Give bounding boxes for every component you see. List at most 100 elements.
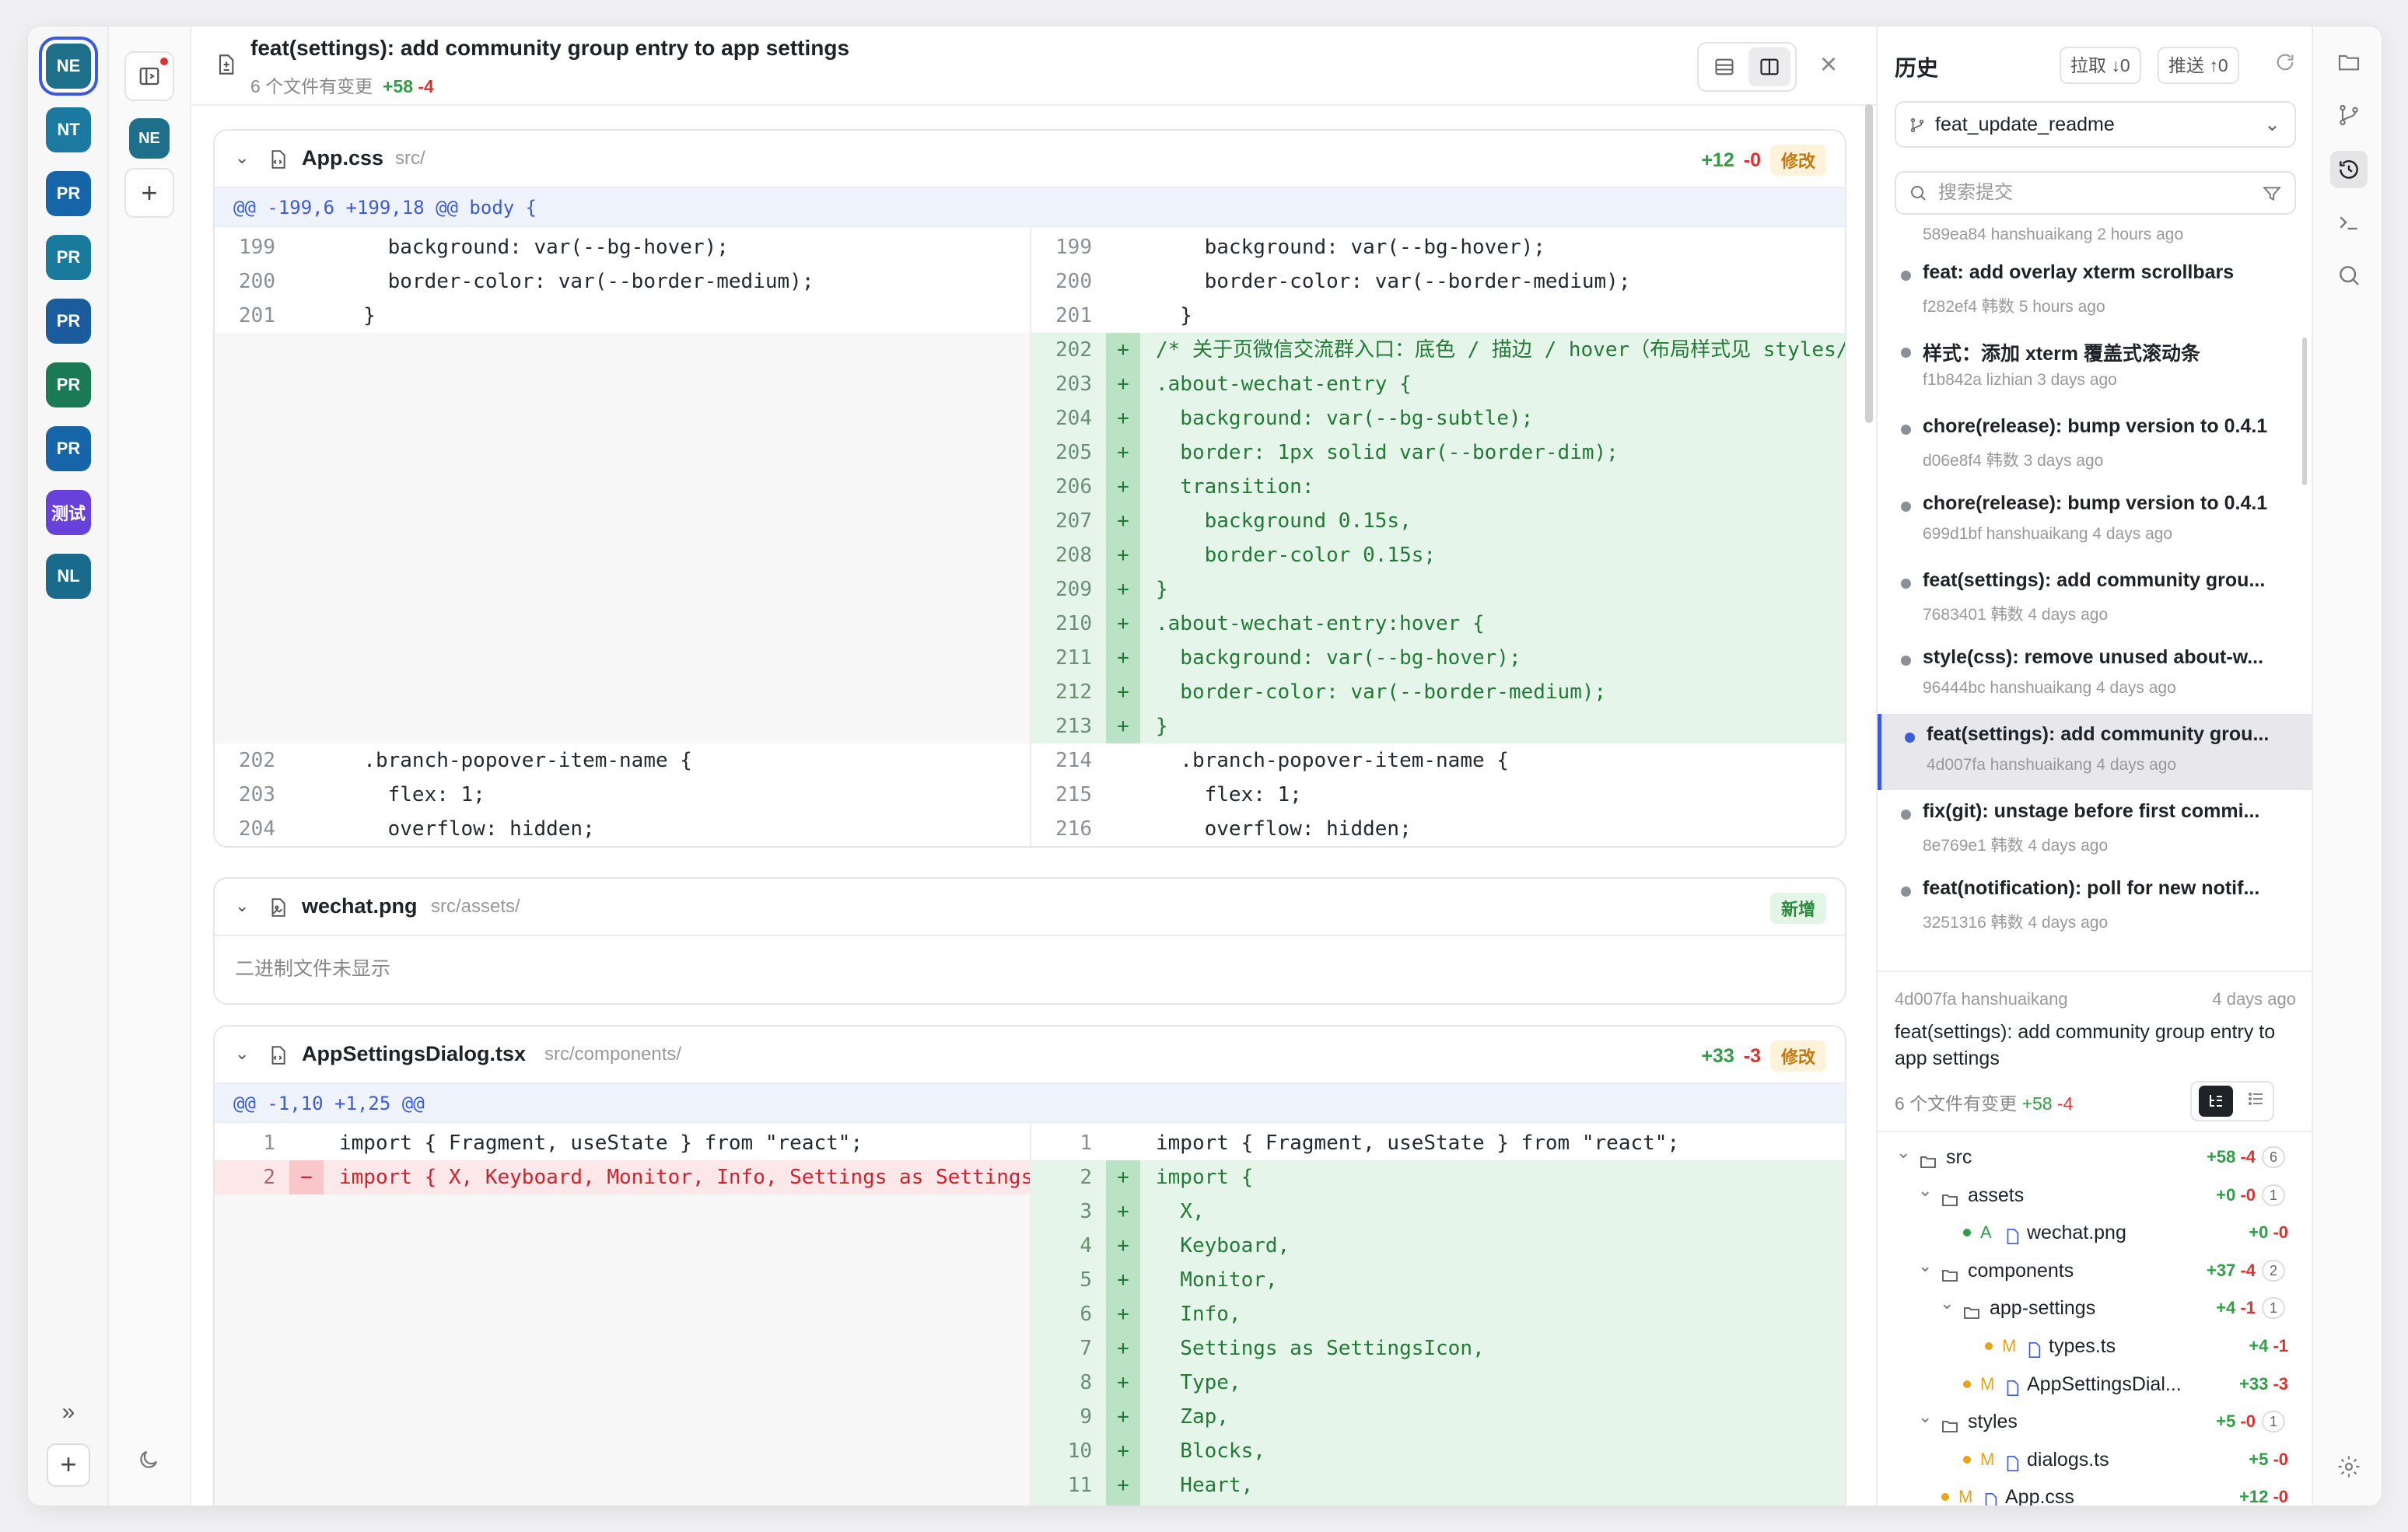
diff-marker xyxy=(289,367,324,401)
code-text: Type, xyxy=(1156,1371,1241,1394)
commit-dot xyxy=(1901,810,1911,820)
deletions-count: -1 xyxy=(2273,1336,2288,1355)
commit-item[interactable]: 样式：添加 xterm 覆盖式滚动条 f1b842a lizhian 3 days… xyxy=(1878,329,2313,405)
commit-item[interactable]: fix(git): unstage before first commi... 8… xyxy=(1878,791,2313,867)
tree-file[interactable]: M App.css +12 -0 xyxy=(1878,1478,2313,1506)
code-text: .branch-popover-item-name { xyxy=(1156,749,1509,772)
commit-message: chore(release): bump version to 0.4.1 xyxy=(1923,415,2268,437)
git-branch-icon[interactable] xyxy=(2330,96,2368,134)
line-number: 208 xyxy=(1055,544,1092,567)
toggle-sidebar-button[interactable] xyxy=(124,51,174,101)
deleted-line: 2− import { X, Keyboard, Monitor, Info, S… xyxy=(215,1160,1030,1194)
tree-file[interactable]: Mtypes.ts +4 -1 xyxy=(1878,1327,2313,1365)
line-number: 200 xyxy=(239,270,275,293)
tree-file[interactable]: Mdialogs.ts +5 -0 xyxy=(1878,1441,2313,1478)
folder-icon[interactable] xyxy=(2330,44,2368,81)
line-number: 201 xyxy=(239,304,275,327)
workspace-avatar[interactable]: NE xyxy=(46,44,91,89)
tree-folder[interactable]: ⌄ styles +5 -0 1 xyxy=(1878,1403,2313,1440)
commit-item[interactable]: feat(settings): add community grou... 768… xyxy=(1878,560,2313,636)
commit-message: fix(git): unstage before first commi... xyxy=(1923,800,2260,822)
expand-rail-icon[interactable]: » xyxy=(53,1397,84,1428)
line-number: 1 xyxy=(263,1132,275,1155)
chevron-down-icon[interactable]: ⌄ xyxy=(1940,1285,1954,1322)
code-text: border-color: var(--border-medium); xyxy=(339,270,814,293)
tree-file[interactable]: Awechat.png +0 -0 xyxy=(1878,1214,2313,1251)
diff-marker: + xyxy=(1106,504,1140,538)
code-text: background: var(--bg-subtle); xyxy=(1156,407,1534,430)
chevron-down-icon[interactable]: ⌄ xyxy=(1918,1172,1932,1209)
sidebar-panel-icon xyxy=(139,67,159,86)
context-line: 215 flex: 1; xyxy=(1031,778,1845,812)
chevron-down-icon[interactable]: ⌄ xyxy=(1918,1247,1932,1285)
branch-selector[interactable]: feat_update_readme ⌄ xyxy=(1895,101,2296,148)
pull-button[interactable]: 拉取 ↓0 xyxy=(2060,47,2141,84)
file-diff-header[interactable]: ⌄ App.css src/ +12 -0 修改 xyxy=(215,131,1845,188)
added-line: 213 +} xyxy=(1031,709,1845,743)
changed-files-tree: ⌄ src +58 -4 6 ⌄ assets +0 -0 1 Awechat.png +0 -0… xyxy=(1878,1131,2313,1506)
new-session-button[interactable]: + xyxy=(124,168,174,218)
chevron-down-icon[interactable]: ⌄ xyxy=(1918,1398,1932,1436)
workspace-avatar[interactable]: PR xyxy=(46,299,91,344)
workspace-avatar[interactable]: PR xyxy=(46,426,91,471)
tree-folder[interactable]: ⌄ components +37 -4 2 xyxy=(1878,1252,2313,1289)
workspace-avatar[interactable]: NT xyxy=(46,107,91,152)
add-workspace-button[interactable]: + xyxy=(47,1443,90,1487)
diff-marker xyxy=(289,538,324,572)
tree-folder[interactable]: ⌄ app-settings +4 -1 1 xyxy=(1878,1289,2313,1327)
diff-marker xyxy=(289,1263,324,1297)
workspace-avatar[interactable]: NL xyxy=(46,554,91,599)
diff-marker xyxy=(1106,230,1140,264)
chevron-down-icon[interactable]: ⌄ xyxy=(235,896,249,916)
list-view-button[interactable] xyxy=(2247,1090,2266,1114)
line-number: 210 xyxy=(1055,612,1092,635)
moon-icon[interactable] xyxy=(137,1448,160,1478)
file-count-badge: 1 xyxy=(2262,1184,2285,1206)
chevron-down-icon[interactable]: ⌄ xyxy=(235,148,249,168)
terminal-icon[interactable] xyxy=(2330,204,2368,241)
close-icon[interactable]: × xyxy=(1820,48,1837,82)
split-view-button[interactable] xyxy=(1748,47,1790,86)
commit-search-input[interactable]: 搜索提交 xyxy=(1895,171,2296,215)
session-avatar[interactable]: NE xyxy=(129,118,170,159)
file-stats: +12 -0 修改 xyxy=(1701,145,1826,176)
tree-view-button[interactable] xyxy=(2199,1086,2233,1117)
file-diff-header[interactable]: ⌄ AppSettingsDialog.tsx src/components/ … xyxy=(215,1027,1845,1084)
search-icon[interactable] xyxy=(2330,257,2368,294)
commit-item[interactable]: chore(release): bump version to 0.4.1 d06… xyxy=(1878,406,2313,482)
code-text: background: var(--bg-hover); xyxy=(1156,646,1521,670)
code-text: import { Fragment, useState } from "reac… xyxy=(1156,1132,1680,1155)
tree-folder[interactable]: ⌄ assets +0 -0 1 xyxy=(1878,1177,2313,1214)
history-icon[interactable] xyxy=(2330,151,2368,188)
chevron-down-icon[interactable]: ⌄ xyxy=(235,1044,249,1064)
commit-item[interactable]: feat(settings): add community grou... 4d0… xyxy=(1878,714,2313,790)
refresh-icon[interactable] xyxy=(2274,51,2296,79)
diff-marker xyxy=(1106,812,1140,846)
file-diff-header[interactable]: ⌄ wechat.png src/assets/ 新增 xyxy=(215,879,1845,936)
chevron-down-icon[interactable]: ⌄ xyxy=(1896,1134,1910,1171)
tree-file[interactable]: M AppSettingsDial... +33 -3 xyxy=(1878,1366,2313,1403)
workspace-avatar[interactable]: 测试 xyxy=(46,490,91,535)
empty-line xyxy=(215,675,1030,709)
commit-item[interactable]: feat(notification): poll for new notif..… xyxy=(1878,868,2313,944)
push-button[interactable]: 推送 ↑0 xyxy=(2158,47,2239,84)
commit-meta: f1b842a lizhian 3 days ago xyxy=(1923,371,2117,389)
workspace-avatar[interactable]: PR xyxy=(46,362,91,407)
commit-meta: f282ef4 韩数 5 hours ago xyxy=(1923,298,2105,316)
filter-icon[interactable] xyxy=(2262,184,2282,204)
settings-gear-icon[interactable] xyxy=(2330,1448,2368,1485)
code-text: Info, xyxy=(1156,1303,1241,1326)
commit-item[interactable]: chore(release): bump version to 0.4.1 699… xyxy=(1878,483,2313,559)
diff-marker: + xyxy=(1106,1434,1140,1468)
workspace-avatar[interactable]: PR xyxy=(46,171,91,216)
commit-item[interactable]: style(css): remove unused about-w... 9644… xyxy=(1878,637,2313,713)
history-scrollbar[interactable] xyxy=(2302,338,2307,485)
code-text: .about-wechat-entry { xyxy=(1156,373,1412,396)
added-line: 5 + Monitor, xyxy=(1031,1263,1845,1297)
code-text: Blocks, xyxy=(1156,1439,1265,1463)
unified-view-button[interactable] xyxy=(1703,47,1745,86)
tree-folder[interactable]: ⌄ src +58 -4 6 xyxy=(1878,1139,2313,1176)
commit-item[interactable]: feat: add overlay xterm scrollbars f282ef… xyxy=(1878,252,2313,328)
workspace-avatar[interactable]: PR xyxy=(46,235,91,280)
main-scrollbar[interactable] xyxy=(1865,104,1873,423)
